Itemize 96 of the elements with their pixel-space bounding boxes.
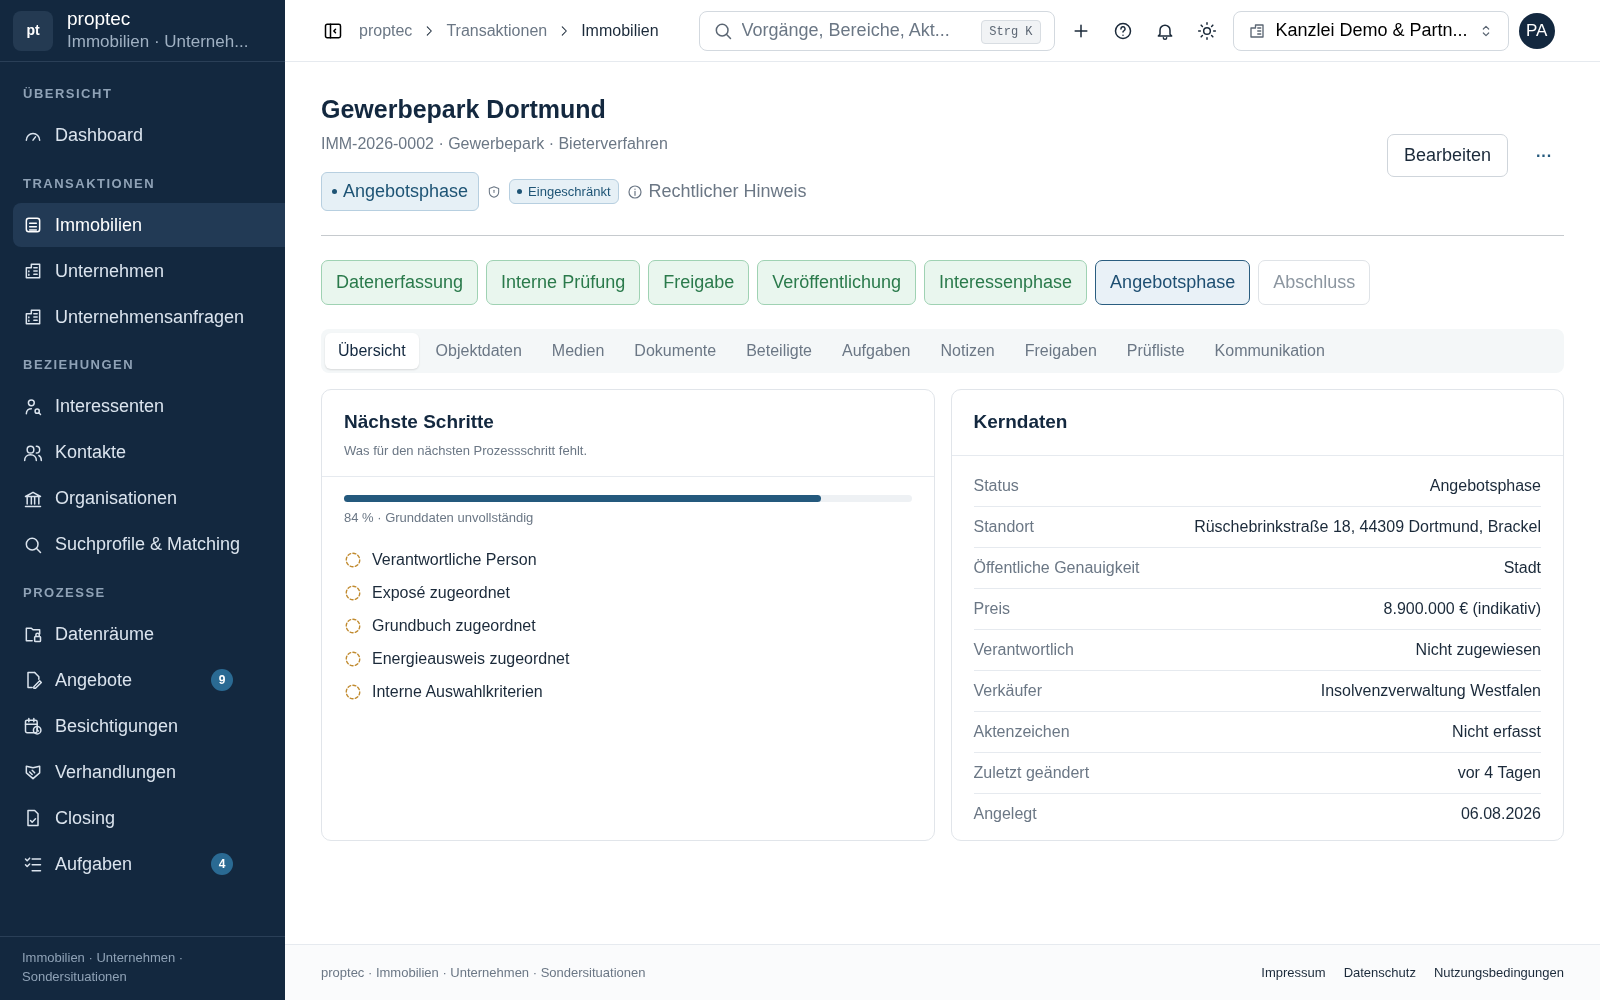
sidebar-item[interactable]: Suchprofile & Matching <box>13 522 285 567</box>
checklist-item: Energieausweis zugeordnet <box>372 649 570 669</box>
field-value: vor 4 Tagen <box>1457 762 1541 783</box>
tab[interactable]: Medien <box>538 333 618 369</box>
visibility-badge: Eingeschränkt <box>509 178 619 205</box>
building-icon <box>1247 21 1266 40</box>
person-search-icon <box>23 396 43 417</box>
tab[interactable]: Übersicht <box>325 333 419 369</box>
tab[interactable]: Notizen <box>927 333 1008 369</box>
legal-note-link[interactable]: Rechtlicher Hinweis <box>648 178 807 205</box>
sidebar-item[interactable]: Interessenten <box>13 384 285 429</box>
checklist-item: Exposé zugeordnet <box>372 583 510 603</box>
tab[interactable]: Dokumente <box>621 333 730 369</box>
breadcrumb-link[interactable]: Transaktionen <box>446 18 548 43</box>
field-label: Preis <box>973 598 1010 619</box>
field-value: 06.08.2026 <box>1460 803 1541 824</box>
count-badge: 4 <box>211 853 233 875</box>
brand-logo: pt <box>13 10 53 51</box>
breadcrumb-link[interactable]: proptec <box>359 18 413 43</box>
sidebar-item[interactable]: Unternehmen <box>13 249 285 293</box>
sidebar-item[interactable]: Besichtigungen <box>13 704 285 748</box>
stage-step: Interne Prüfung <box>486 260 641 305</box>
footer-text: proptec · Immobilien · Unternehmen · Sondersituationen <box>321 963 646 982</box>
stage-step: Abschluss <box>1258 260 1371 305</box>
field-label: Status <box>973 475 1019 496</box>
footer-link[interactable]: Datenschutz <box>1343 964 1416 980</box>
sidebar-item[interactable]: Immobilien <box>13 203 285 247</box>
brand-subtitle: Immobilien · Unterneh... <box>67 30 249 53</box>
breadcrumb-link[interactable]: Immobilien <box>581 18 659 43</box>
field-label: Standort <box>973 516 1034 537</box>
stage-step: Datenerfassung <box>321 260 479 305</box>
tab[interactable]: Objektdaten <box>422 333 535 369</box>
field-label: Verkäufer <box>973 680 1042 701</box>
field-value: Insolvenzverwaltung Westfalen <box>1320 680 1541 701</box>
field-label: Zuletzt geändert <box>973 762 1090 783</box>
field-label: Angelegt <box>973 803 1037 824</box>
sidebar-item[interactable]: Kontakte <box>13 430 285 475</box>
sidebar-item[interactable]: Verhandlungen <box>13 750 285 794</box>
footer-link[interactable]: Nutzungsbedingungen <box>1433 964 1564 980</box>
section-heading: TRANSAKTIONEN <box>22 174 157 193</box>
field-value: Nicht erfasst <box>1452 721 1541 742</box>
info-icon <box>626 183 643 200</box>
checklist-item: Verantwortliche Person <box>372 550 537 570</box>
checklist-item: Interne Auswahlkriterien <box>372 682 543 702</box>
footer-link[interactable]: Impressum <box>1261 964 1326 980</box>
field-label: Öffentliche Genauigkeit <box>973 557 1140 578</box>
card-subtitle: Was für den nächsten Prozessschritt fehlt. <box>344 441 588 460</box>
status-badge: Angebotsphase <box>321 172 480 211</box>
stage-step: Veröffentlichung <box>757 260 916 305</box>
checklist-icon <box>23 854 43 874</box>
sidebar-item[interactable]: Dashboard <box>13 113 285 158</box>
workspace-selector[interactable]: Kanzlei Demo & Partn... <box>1232 10 1509 51</box>
tab[interactable]: Beteiligte <box>733 333 825 369</box>
field-value: Stadt <box>1503 557 1541 578</box>
page-subtitle: IMM-2026-0002 · Gewerbepark · Bieterverfahren <box>321 134 669 154</box>
folder-lock-icon <box>23 624 43 644</box>
building-icon <box>23 215 43 235</box>
field-value: Rüschebrinkstraße 18, 44309 Dortmund, Brackel <box>1194 516 1541 537</box>
sidebar-item[interactable]: Angebote 9 <box>13 658 285 702</box>
office-building-icon <box>23 307 43 327</box>
stage-step: Interessenphase <box>924 260 1088 305</box>
stage-step: Angebotsphase <box>1095 260 1251 305</box>
tab[interactable]: Kommunikation <box>1201 333 1338 369</box>
edit-button[interactable]: Bearbeiten <box>1386 134 1508 177</box>
tab[interactable]: Prüfliste <box>1113 333 1198 369</box>
calendar-clock-icon <box>23 716 43 736</box>
section-heading: ÜBERSICHT <box>22 85 114 103</box>
user-avatar[interactable]: PA <box>1518 12 1555 49</box>
card-title: Nächste Schritte <box>344 410 495 434</box>
office-building-icon <box>23 261 43 281</box>
sidebar-item[interactable]: Unternehmensanfragen <box>13 295 285 339</box>
page-title: Gewerbepark Dortmund <box>321 94 607 124</box>
section-heading: BEZIEHUNGEN <box>22 356 136 374</box>
sidebar-item[interactable]: Organisationen <box>13 476 285 521</box>
progress-text: 84 % · Grunddaten unvollständig <box>344 509 535 527</box>
shield-icon <box>487 184 502 199</box>
sidebar-item[interactable]: Closing <box>13 796 285 840</box>
sun-icon <box>1196 20 1217 41</box>
help-icon <box>1112 20 1133 41</box>
field-value: Nicht zugewiesen <box>1415 639 1541 660</box>
stage-step: Freigabe <box>648 260 750 305</box>
tab[interactable]: Freigaben <box>1011 333 1110 369</box>
field-label: Aktenzeichen <box>973 721 1070 742</box>
brand-name: proptec <box>67 8 132 31</box>
card-title: Kerndaten <box>973 410 1069 434</box>
shortcut-hint: Strg K <box>981 19 1041 44</box>
field-value: 8.900.000 € (indikativ) <box>1383 598 1541 619</box>
checklist-item: Grundbuch zugeordnet <box>372 616 536 636</box>
field-label: Verantwortlich <box>973 639 1074 660</box>
tab[interactable]: Aufgaben <box>829 333 924 369</box>
field-value: Angebotsphase <box>1429 475 1541 496</box>
sidebar-item[interactable]: Datenräume <box>13 612 285 656</box>
count-badge: 9 <box>211 669 233 691</box>
section-heading: PROZESSE <box>22 583 107 602</box>
more-button[interactable]: ··· <box>1524 137 1564 174</box>
sidebar-item[interactable]: Aufgaben 4 <box>13 842 285 886</box>
